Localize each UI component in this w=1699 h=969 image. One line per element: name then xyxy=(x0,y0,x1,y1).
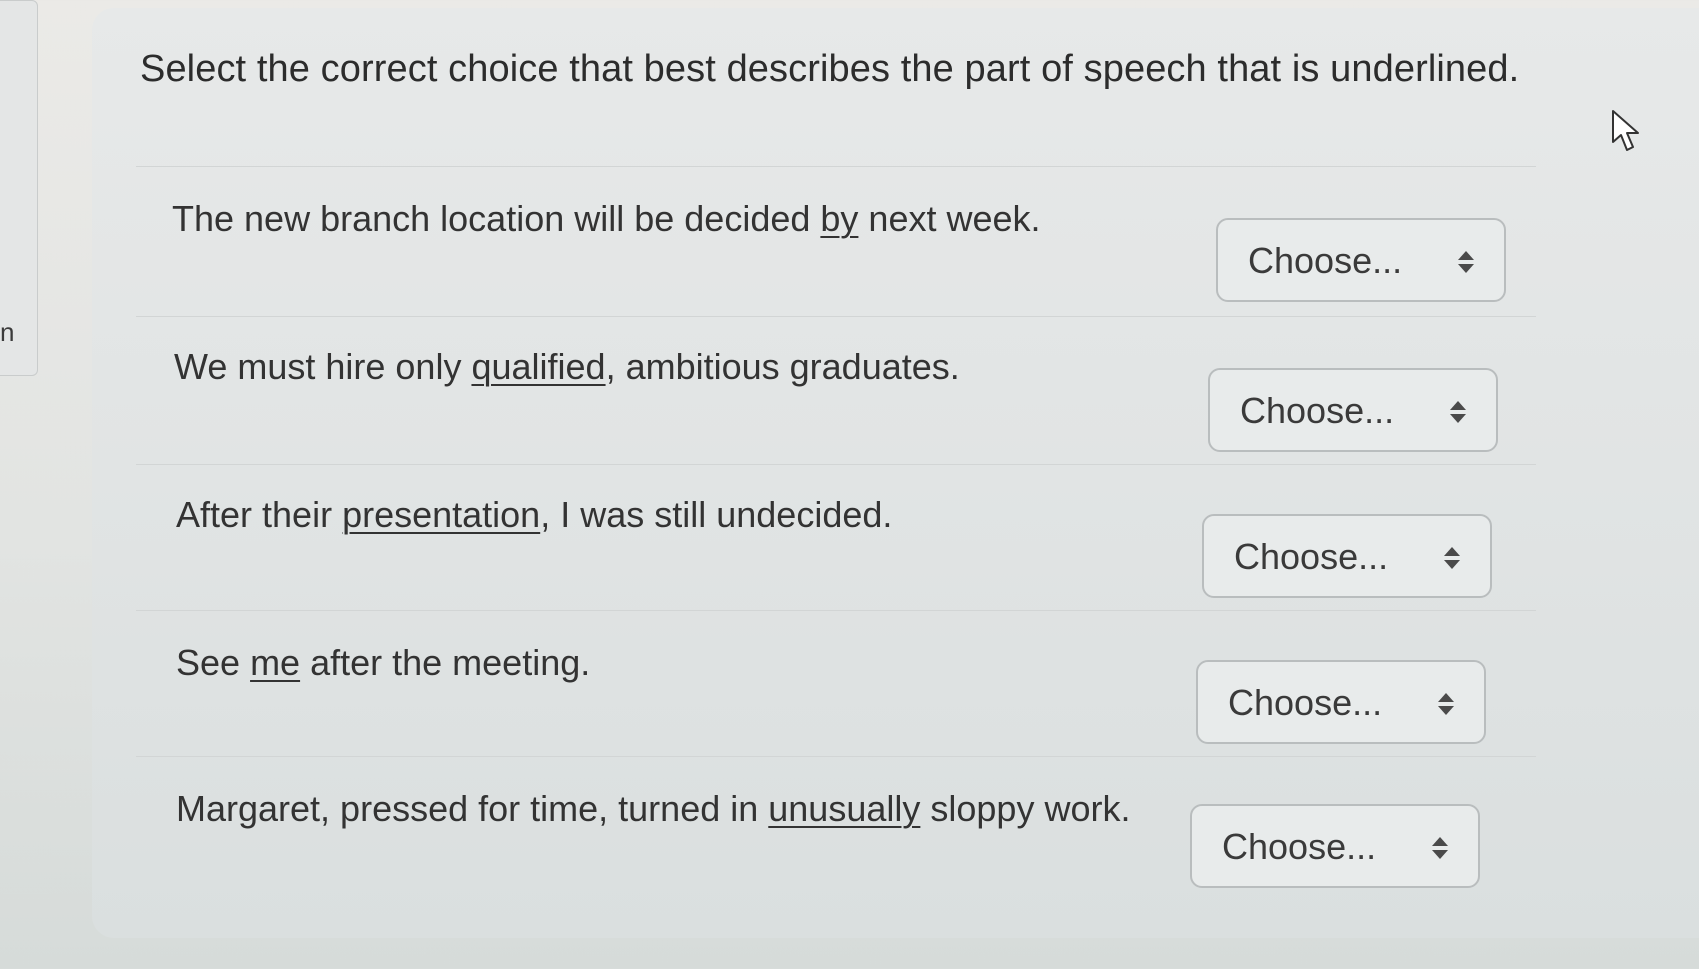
select-value: Choose... xyxy=(1248,240,1403,281)
left-panel-text: n xyxy=(0,317,15,347)
part-of-speech-select-2[interactable]: Choose... xyxy=(1208,368,1498,452)
sentence-text: next week. xyxy=(858,198,1041,239)
part-of-speech-select-5[interactable]: Choose... xyxy=(1190,804,1480,888)
updown-arrows-icon xyxy=(1438,693,1454,715)
divider xyxy=(136,316,1536,317)
question-sentence-5: Margaret, pressed for time, turned in un… xyxy=(176,788,1130,830)
updown-arrows-icon xyxy=(1444,547,1460,569)
sentence-text: after the meeting. xyxy=(300,642,591,683)
underlined-word: unusually xyxy=(768,788,921,829)
updown-arrows-icon xyxy=(1458,251,1474,273)
underlined-word: me xyxy=(250,642,301,683)
select-value: Choose... xyxy=(1240,390,1395,431)
divider xyxy=(136,610,1536,611)
sentence-text: The new branch location will be decided xyxy=(172,198,821,239)
sentence-text: , ambitious graduates. xyxy=(605,346,960,387)
mouse-pointer-icon xyxy=(1612,110,1639,151)
part-of-speech-select-1[interactable]: Choose... xyxy=(1216,218,1506,302)
divider xyxy=(136,464,1536,465)
part-of-speech-select-4[interactable]: Choose... xyxy=(1196,660,1486,744)
underlined-word: by xyxy=(820,198,859,239)
divider xyxy=(136,756,1536,757)
updown-arrows-icon xyxy=(1450,401,1466,423)
select-value: Choose... xyxy=(1228,682,1383,723)
updown-arrows-icon xyxy=(1432,837,1448,859)
sentence-text: See xyxy=(176,642,251,683)
sentence-text: After their xyxy=(176,494,343,535)
left-side-panel[interactable]: n xyxy=(0,0,38,376)
question-sentence-2: We must hire only qualified, ambitious g… xyxy=(174,346,960,388)
underlined-word: qualified xyxy=(471,346,606,387)
question-sentence-1: The new branch location will be decided … xyxy=(172,198,1041,240)
question-prompt: Select the correct choice that best desc… xyxy=(140,48,1520,90)
question-sentence-3: After their presentation, I was still un… xyxy=(176,494,892,536)
question-sentence-4: See me after the meeting. xyxy=(176,642,590,684)
sentence-text: sloppy work. xyxy=(920,788,1131,829)
underlined-word: presentation xyxy=(342,494,541,535)
select-value: Choose... xyxy=(1222,826,1377,867)
sentence-text: Margaret, pressed for time, turned in xyxy=(176,788,769,829)
select-value: Choose... xyxy=(1234,536,1389,577)
sentence-text: We must hire only xyxy=(174,346,472,387)
divider xyxy=(136,166,1536,167)
sentence-text: , I was still undecided. xyxy=(540,494,893,535)
part-of-speech-select-3[interactable]: Choose... xyxy=(1202,514,1492,598)
